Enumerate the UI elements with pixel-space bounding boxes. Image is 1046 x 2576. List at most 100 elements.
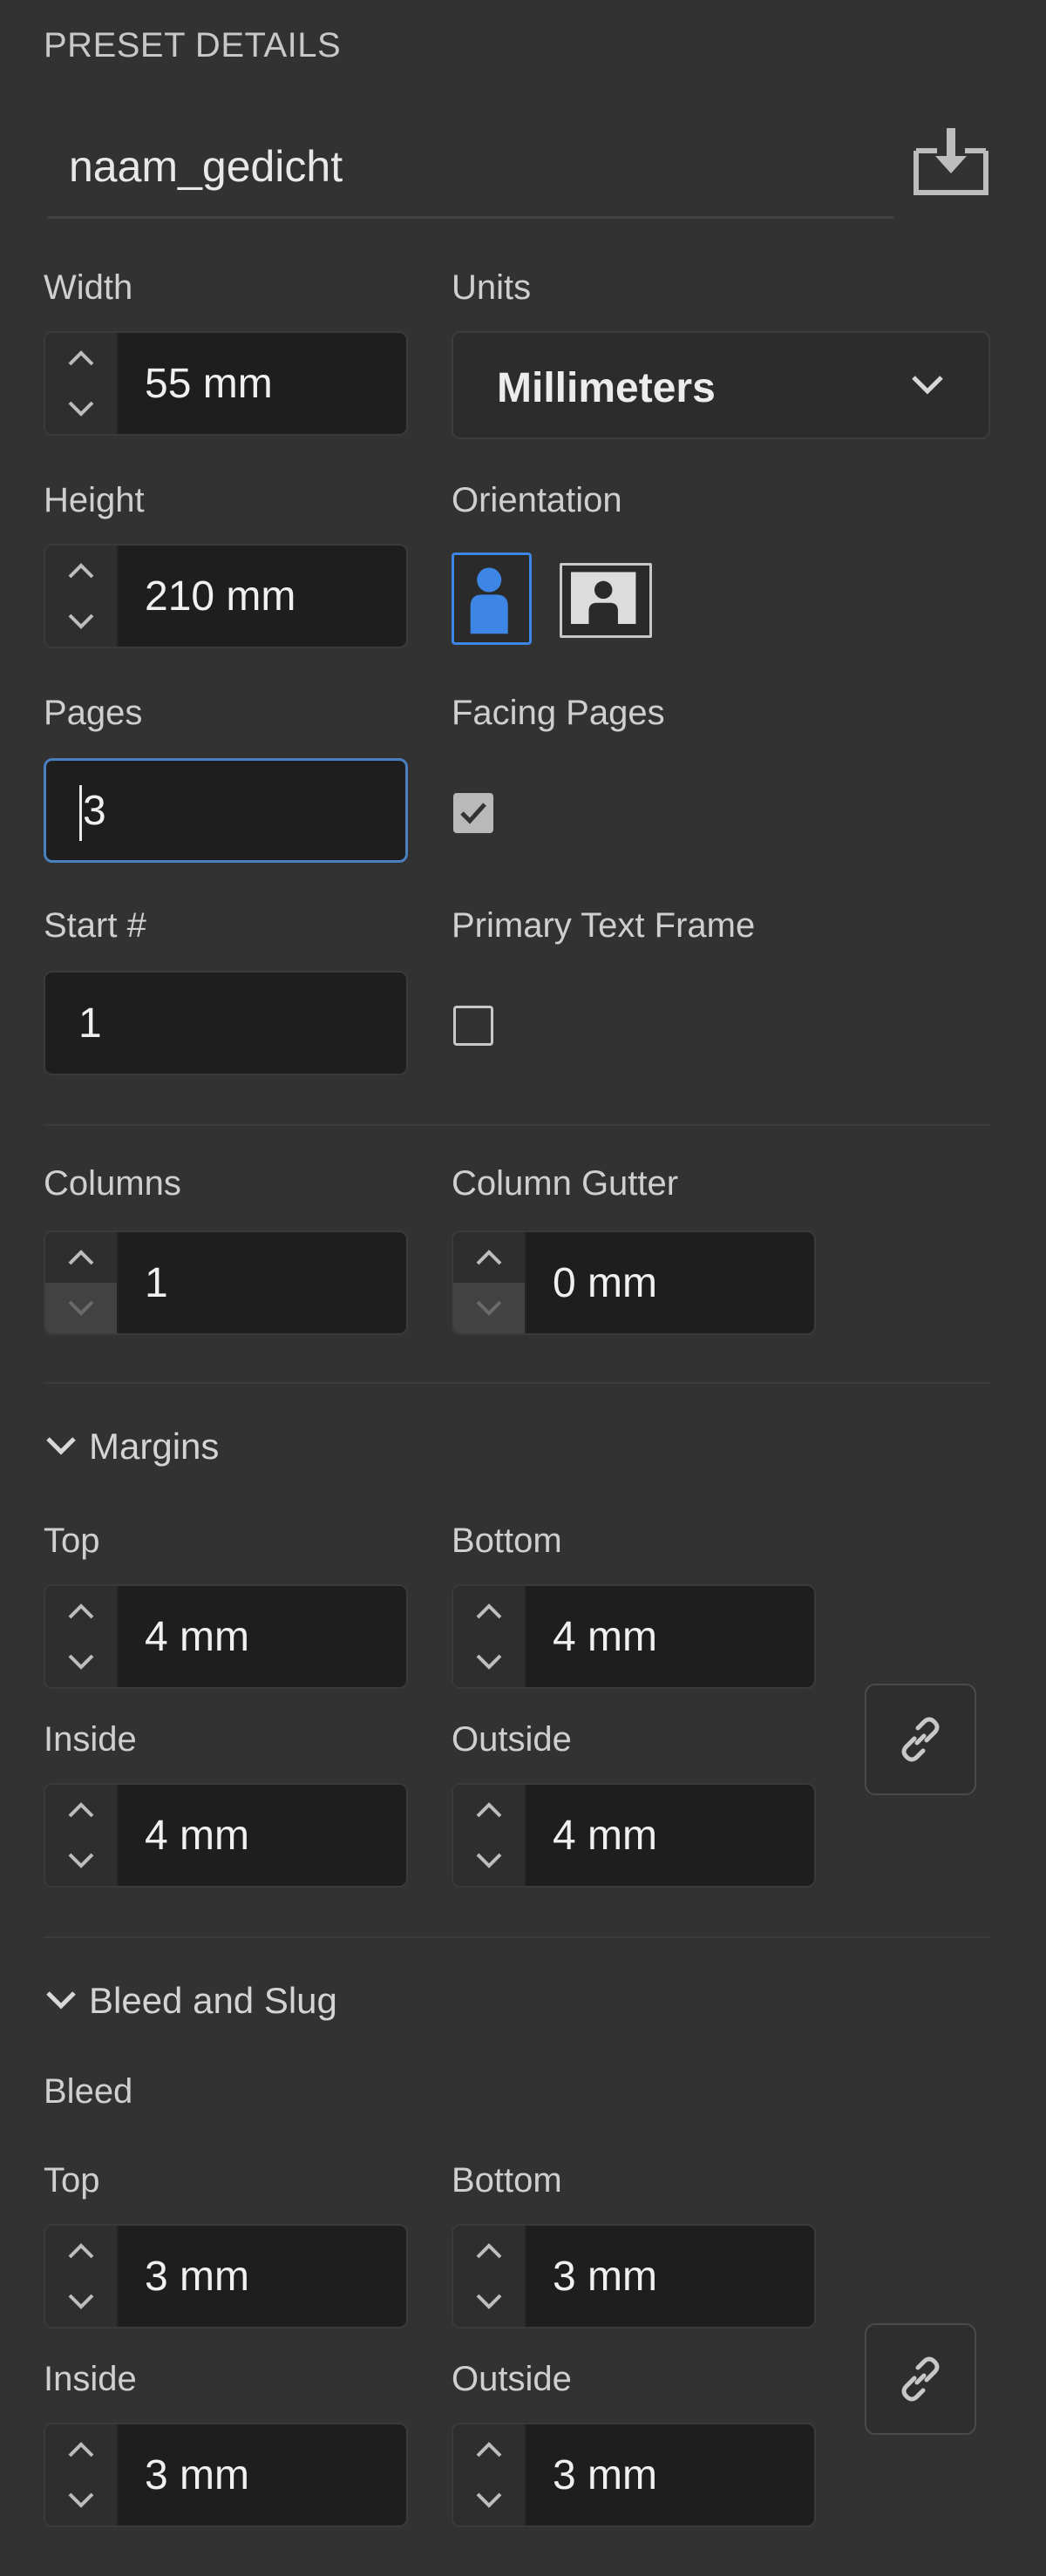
column-gutter-field (452, 1230, 816, 1335)
bleed-bottom-label: Bottom (452, 2161, 562, 2200)
columns-decrement-button[interactable] (45, 1283, 117, 1333)
height-stepper (45, 546, 119, 647)
preset-name-field[interactable] (48, 131, 893, 219)
margin-inside-field (44, 1783, 408, 1888)
primary-text-frame-checkbox[interactable] (453, 1006, 493, 1046)
bleed-bottom-stepper (453, 2226, 526, 2327)
margin-inside-label: Inside (44, 1720, 137, 1759)
chevron-up-icon (476, 2442, 502, 2457)
bleed-bottom-increment-button[interactable] (453, 2226, 525, 2276)
margins-link-button[interactable] (865, 1684, 976, 1795)
column-gutter-stepper (453, 1232, 526, 1333)
divider (44, 1124, 990, 1126)
margin-bottom-input[interactable] (525, 1586, 814, 1687)
margin-top-input[interactable] (117, 1586, 406, 1687)
bleed-top-input[interactable] (117, 2226, 406, 2327)
margins-section-title: Margins (89, 1426, 220, 1467)
margin-inside-input[interactable] (117, 1785, 406, 1886)
margin-bottom-stepper (453, 1586, 526, 1687)
margin-outside-increment-button[interactable] (453, 1785, 525, 1835)
width-decrement-button[interactable] (45, 383, 117, 434)
width-label: Width (44, 268, 133, 307)
bleed-inside-decrement-button[interactable] (45, 2475, 117, 2525)
height-decrement-button[interactable] (45, 596, 117, 647)
margins-section-toggle[interactable]: Margins (45, 1426, 219, 1468)
margin-bottom-decrement-button[interactable] (453, 1637, 525, 1687)
bleed-inside-field (44, 2423, 408, 2527)
chevron-up-icon (476, 2243, 502, 2259)
width-stepper (45, 333, 119, 434)
columns-field (44, 1230, 408, 1335)
margin-inside-increment-button[interactable] (45, 1785, 117, 1835)
height-label: Height (44, 481, 145, 519)
facing-pages-checkbox[interactable] (453, 793, 493, 833)
chevron-up-icon (476, 1250, 502, 1265)
column-gutter-increment-button[interactable] (453, 1232, 525, 1283)
start-page-field (44, 971, 408, 1075)
save-preset-icon[interactable] (911, 126, 991, 198)
height-input[interactable] (117, 546, 406, 647)
chevron-up-icon (476, 1603, 502, 1619)
bleed-inside-increment-button[interactable] (45, 2424, 117, 2475)
columns-stepper (45, 1232, 119, 1333)
bleed-outside-field (452, 2423, 816, 2527)
columns-increment-button[interactable] (45, 1232, 117, 1283)
column-gutter-decrement-button[interactable] (453, 1283, 525, 1333)
chevron-down-icon (46, 1437, 76, 1455)
width-field (44, 331, 408, 436)
units-dropdown[interactable]: Millimeters (452, 331, 990, 439)
bleed-outside-input[interactable] (525, 2424, 814, 2525)
columns-input[interactable] (117, 1232, 406, 1333)
bleed-top-decrement-button[interactable] (45, 2276, 117, 2327)
margin-top-field (44, 1584, 408, 1689)
pages-input[interactable] (46, 761, 405, 860)
bleed-bottom-decrement-button[interactable] (453, 2276, 525, 2327)
orientation-portrait-button[interactable] (452, 552, 532, 645)
margin-top-decrement-button[interactable] (45, 1637, 117, 1687)
width-input[interactable] (117, 333, 406, 434)
margin-top-stepper (45, 1586, 119, 1687)
divider (44, 1936, 990, 1938)
bleed-label: Bleed (44, 2072, 133, 2111)
link-chain-icon (901, 1717, 940, 1762)
chevron-down-icon (476, 1300, 502, 1316)
height-increment-button[interactable] (45, 546, 117, 596)
margin-outside-input[interactable] (525, 1785, 814, 1886)
chevron-up-icon (68, 563, 94, 579)
margin-outside-decrement-button[interactable] (453, 1835, 525, 1886)
margin-bottom-increment-button[interactable] (453, 1586, 525, 1637)
bleed-bottom-field (452, 2224, 816, 2329)
margin-top-increment-button[interactable] (45, 1586, 117, 1637)
bleed-slug-section-toggle[interactable]: Bleed and Slug (45, 1980, 337, 2022)
bleed-top-label: Top (44, 2161, 100, 2200)
units-selected-value: Millimeters (497, 365, 716, 411)
margin-inside-decrement-button[interactable] (45, 1835, 117, 1886)
bleed-inside-label: Inside (44, 2360, 137, 2398)
column-gutter-input[interactable] (525, 1232, 814, 1333)
margin-bottom-field (452, 1584, 816, 1689)
chevron-down-icon (68, 401, 94, 417)
bleed-outside-increment-button[interactable] (453, 2424, 525, 2475)
bleed-top-stepper (45, 2226, 119, 2327)
bleed-inside-input[interactable] (117, 2424, 406, 2525)
facing-pages-label: Facing Pages (452, 694, 665, 732)
margin-bottom-label: Bottom (452, 1522, 562, 1560)
margin-outside-stepper (453, 1785, 526, 1886)
bleed-bottom-input[interactable] (525, 2226, 814, 2327)
bleed-link-button[interactable] (865, 2323, 976, 2435)
chevron-up-icon (68, 350, 94, 366)
chevron-up-icon (476, 1802, 502, 1818)
pages-label: Pages (44, 694, 143, 732)
orientation-landscape-button[interactable] (560, 563, 652, 638)
bleed-top-increment-button[interactable] (45, 2226, 117, 2276)
width-increment-button[interactable] (45, 333, 117, 383)
bleed-outside-decrement-button[interactable] (453, 2475, 525, 2525)
chevron-down-icon (476, 1654, 502, 1670)
preset-name-input[interactable] (67, 131, 855, 202)
portrait-person-icon (470, 567, 508, 634)
start-page-input[interactable] (45, 973, 406, 1074)
columns-label: Columns (44, 1164, 181, 1203)
chevron-down-icon (68, 2492, 94, 2508)
chevron-down-icon (68, 2294, 94, 2309)
start-page-label: Start # (44, 906, 146, 945)
